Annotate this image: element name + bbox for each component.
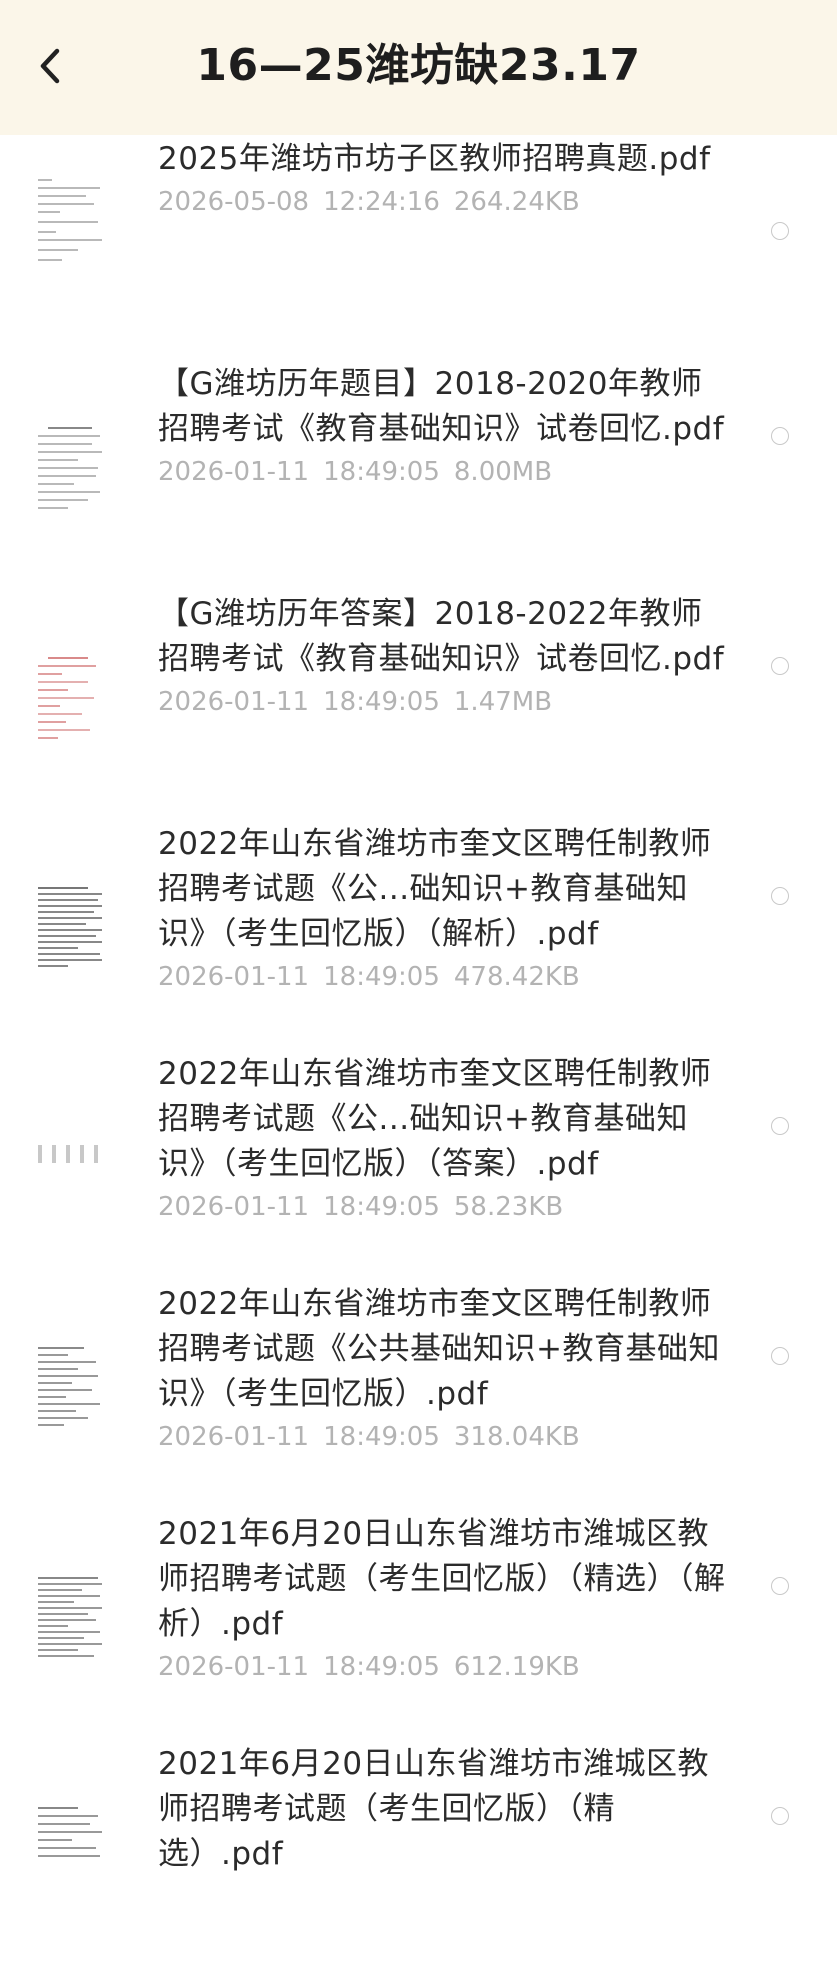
file-time: 18:49:05: [323, 1192, 440, 1222]
file-name: 【G潍坊历年题目】2018-2020年教师招聘考试《教育基础知识》试卷回忆.pd…: [158, 366, 725, 447]
file-time: 18:49:05: [323, 1422, 440, 1452]
select-radio[interactable]: [771, 427, 789, 445]
file-size: 478.42KB: [453, 962, 580, 992]
file-list: 2025年潍坊市坊子区教师招聘真题.pdf 2026-05-08 12:24:16…: [0, 135, 837, 1975]
file-size: 612.19KB: [453, 1652, 580, 1682]
pdf-thumbnail-icon: [32, 423, 114, 519]
file-meta: 2026-01-11 18:49:05 318.04KB: [158, 1418, 733, 1456]
file-time: 12:24:16: [323, 187, 440, 217]
file-name: 【G潍坊历年答案】2018-2022年教师招聘考试《教育基础知识》试卷回忆.pd…: [158, 596, 725, 677]
file-meta: 2026-01-11 18:49:05 478.42KB: [158, 958, 733, 996]
select-radio[interactable]: [771, 1577, 789, 1595]
file-date: 2026-01-11: [158, 1192, 310, 1222]
file-meta: 2026-01-11 18:49:05 58.23KB: [158, 1188, 733, 1226]
select-radio[interactable]: [771, 1347, 789, 1365]
file-size: 1.47MB: [453, 687, 553, 717]
pdf-thumbnail-icon: [32, 653, 114, 749]
file-date: 2026-05-08: [158, 187, 310, 217]
select-radio[interactable]: [771, 1807, 789, 1825]
file-time: 18:49:05: [323, 457, 440, 487]
select-radio[interactable]: [771, 1117, 789, 1135]
pdf-thumbnail-icon: [32, 883, 114, 979]
select-radio[interactable]: [771, 222, 789, 240]
file-time: 18:49:05: [323, 687, 440, 717]
file-size: 264.24KB: [453, 187, 580, 217]
file-date: 2026-01-11: [158, 687, 310, 717]
file-item[interactable]: 2025年潍坊市坊子区教师招聘真题.pdf 2026-05-08 12:24:16…: [0, 135, 837, 365]
file-item[interactable]: 2022年山东省潍坊市奎文区聘任制教师招聘考试题《公...础知识+教育基础知识》…: [0, 1055, 837, 1285]
file-meta: 2026-01-11 18:49:05 612.19KB: [158, 1648, 733, 1686]
file-date: 2026-01-11: [158, 1422, 310, 1452]
pdf-thumbnail-icon: [32, 1803, 114, 1899]
top-bar: 16—25潍坊缺23.17: [0, 0, 837, 135]
file-name: 2022年山东省潍坊市奎文区聘任制教师招聘考试题《公...础知识+教育基础知识》…: [158, 826, 712, 952]
file-size: 8.00MB: [453, 457, 553, 487]
file-date: 2026-01-11: [158, 1652, 310, 1682]
file-time: 18:49:05: [323, 1652, 440, 1682]
file-item[interactable]: 2021年6月20日山东省潍坊市潍城区教师招聘考试题（考生回忆版）（精选）（解析…: [0, 1515, 837, 1745]
file-date: 2026-01-11: [158, 457, 310, 487]
pdf-thumbnail-icon: [32, 1343, 114, 1439]
page-title: 16—25潍坊缺23.17: [196, 40, 641, 91]
pdf-thumbnail-icon: [32, 1113, 114, 1209]
file-item[interactable]: 2022年山东省潍坊市奎文区聘任制教师招聘考试题《公...础知识+教育基础知识》…: [0, 825, 837, 1055]
file-size: 318.04KB: [453, 1422, 580, 1452]
file-size: 58.23KB: [453, 1192, 564, 1222]
file-item[interactable]: 2022年山东省潍坊市奎文区聘任制教师招聘考试题《公共基础知识+教育基础知识》（…: [0, 1285, 837, 1515]
file-name: 2021年6月20日山东省潍坊市潍城区教师招聘考试题（考生回忆版）（精选）（解析…: [158, 1516, 726, 1642]
select-radio[interactable]: [771, 657, 789, 675]
pdf-thumbnail-icon: [32, 173, 114, 269]
file-name: 2025年潍坊市坊子区教师招聘真题.pdf: [158, 141, 711, 177]
file-date: 2026-01-11: [158, 962, 310, 992]
file-name: 2022年山东省潍坊市奎文区聘任制教师招聘考试题《公...础知识+教育基础知识》…: [158, 1056, 712, 1182]
file-name: 2021年6月20日山东省潍坊市潍城区教师招聘考试题（考生回忆版）（精选）.pd…: [158, 1746, 710, 1872]
file-item[interactable]: 【G潍坊历年题目】2018-2020年教师招聘考试《教育基础知识》试卷回忆.pd…: [0, 365, 837, 595]
file-meta: 2026-05-08 12:24:16 264.24KB: [158, 183, 733, 221]
pdf-thumbnail-icon: [32, 1573, 114, 1669]
file-item[interactable]: 【G潍坊历年答案】2018-2022年教师招聘考试《教育基础知识》试卷回忆.pd…: [0, 595, 837, 825]
select-radio[interactable]: [771, 887, 789, 905]
file-name: 2022年山东省潍坊市奎文区聘任制教师招聘考试题《公共基础知识+教育基础知识》（…: [158, 1286, 720, 1412]
file-meta: 2026-01-11 18:49:05 1.47MB: [158, 683, 733, 721]
file-item[interactable]: 2021年6月20日山东省潍坊市潍城区教师招聘考试题（考生回忆版）（精选）.pd…: [0, 1745, 837, 1975]
file-time: 18:49:05: [323, 962, 440, 992]
file-meta: 2026-01-11 18:49:05 8.00MB: [158, 453, 733, 491]
